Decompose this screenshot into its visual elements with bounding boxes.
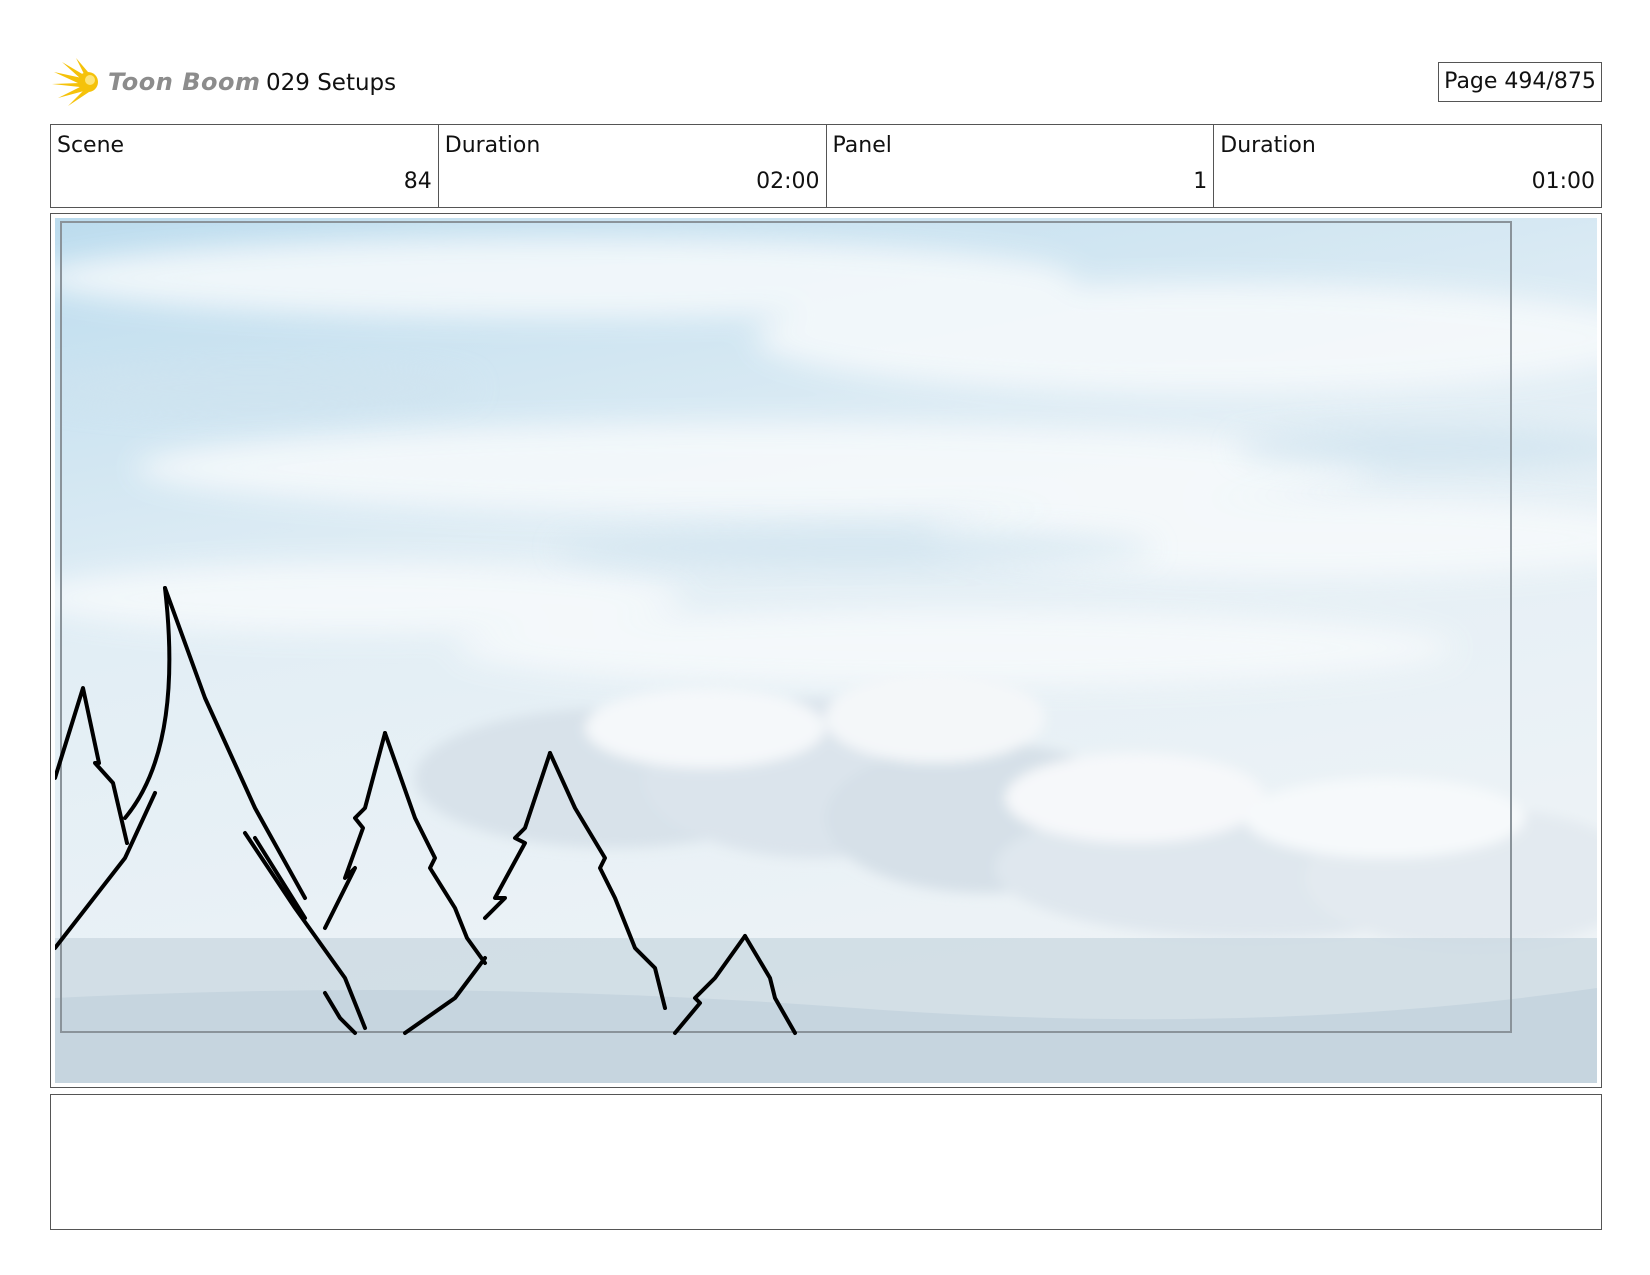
caption-area (50, 1094, 1602, 1230)
scene-label: Scene (57, 133, 125, 158)
scene-cell: Scene 84 (51, 125, 439, 207)
toon-boom-logo: Toon Boom (52, 56, 260, 110)
scene-duration-value: 02:00 (756, 169, 820, 194)
panel-value: 1 (1193, 169, 1208, 194)
sun-logo-icon (52, 58, 98, 106)
panel-label: Panel (832, 133, 892, 158)
sky-and-trees-sketch (55, 218, 1597, 1083)
storyboard-panel (50, 213, 1602, 1088)
panel-cell: Panel 1 (827, 125, 1215, 207)
page-counter: Page 494/875 (1438, 62, 1602, 102)
scene-value: 84 (403, 169, 432, 194)
panel-duration-value: 01:00 (1531, 169, 1595, 194)
scene-duration-label: Duration (444, 133, 541, 158)
panel-info-table: Scene 84 Duration 02:00 Panel 1 Duration… (50, 124, 1602, 208)
scene-duration-cell: Duration 02:00 (439, 125, 827, 207)
logo-brand-text: Toon Boom (108, 68, 261, 96)
panel-duration-label: Duration (1220, 133, 1316, 158)
document-title: 029 Setups (266, 70, 397, 96)
panel-duration-cell: Duration 01:00 (1214, 125, 1601, 207)
